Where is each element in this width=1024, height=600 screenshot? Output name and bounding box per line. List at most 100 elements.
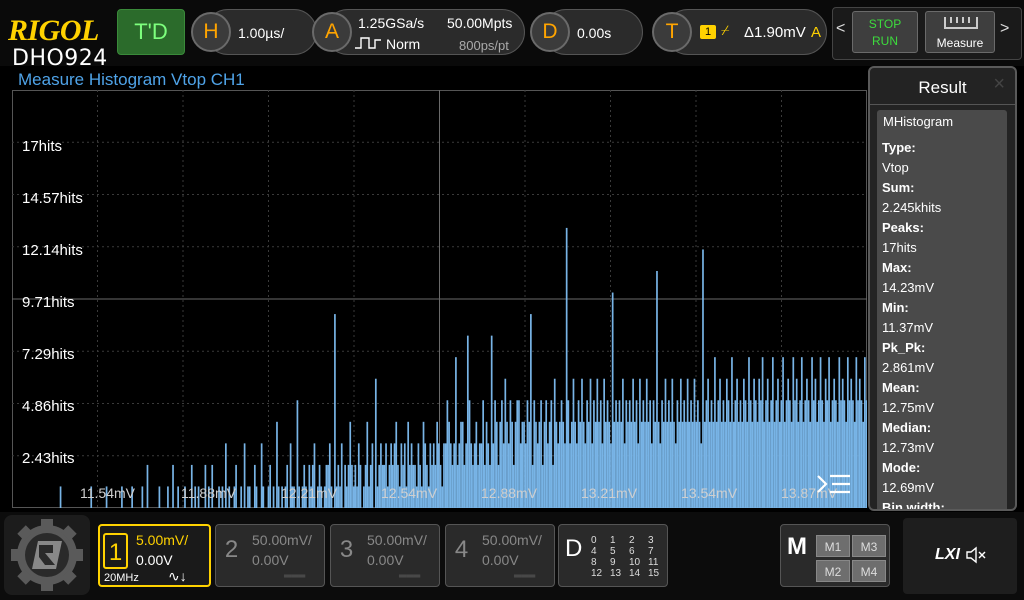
histogram-chart	[12, 90, 867, 508]
digital-bit-grid: 0 1 2 3 4 5 6 7 8 9 10 11 12 13 14 15	[591, 535, 667, 579]
histogram-bar	[664, 378, 667, 508]
result-key: Bin width:	[882, 500, 945, 511]
channel-offset: 0.00V	[252, 552, 289, 568]
histogram-bar	[765, 400, 767, 508]
histogram-bar	[240, 486, 243, 508]
histogram-bar	[547, 443, 549, 508]
histogram-bar	[852, 400, 854, 508]
histogram-bar	[569, 443, 571, 508]
histogram-bar	[748, 357, 750, 508]
histogram-bar	[855, 357, 858, 508]
math-m1-button[interactable]: M1	[816, 535, 850, 557]
histogram-bar	[371, 443, 374, 508]
trigger-icon[interactable]: T	[652, 12, 692, 52]
measure-button[interactable]: Measure	[925, 11, 995, 53]
digital-bit: 15	[648, 568, 660, 579]
channel-2-panel[interactable]: 2 50.00mV/ 0.00V ═══	[215, 524, 325, 587]
result-tab-mhistogram[interactable]: MHistogram	[877, 110, 1007, 134]
histogram-bar	[739, 400, 742, 508]
y-tick-label: 4.86hits	[22, 398, 75, 415]
result-key: Min:	[882, 300, 909, 315]
histogram-bar	[363, 486, 365, 508]
histogram-bar	[673, 421, 675, 508]
histogram-bar	[666, 421, 669, 508]
digital-bit: 9	[610, 557, 616, 568]
histogram-bar	[538, 421, 541, 508]
histogram-bar	[172, 464, 174, 508]
histogram-bar	[357, 443, 360, 508]
acquire-mode: Norm	[386, 36, 421, 52]
horizontal-icon[interactable]: H	[191, 12, 231, 52]
result-value: 2.245khits	[882, 200, 942, 215]
histogram-bar	[662, 421, 665, 508]
channel-3-panel[interactable]: 3 50.00mV/ 0.00V ═══	[330, 524, 440, 587]
close-icon[interactable]: ×	[993, 73, 1005, 96]
result-key: Mean:	[882, 380, 920, 395]
histogram-bar	[548, 421, 551, 508]
x-tick-label: 11.88mV	[181, 485, 236, 501]
result-panel: Result × MHistogram Type: Vtop Sum: 2.24…	[868, 66, 1017, 511]
math-panel[interactable]: M M1 M3 M2 M4	[780, 524, 890, 587]
math-m4-button[interactable]: M4	[852, 560, 886, 582]
histogram-bar	[661, 400, 663, 508]
menu-expand-icon[interactable]	[816, 470, 852, 498]
stop-run-button[interactable]: STOP RUN	[852, 11, 918, 53]
lxi-icon: LXI	[935, 546, 960, 563]
histogram-bars	[59, 227, 867, 508]
chevron-left-icon[interactable]: <	[836, 20, 845, 38]
histogram-bar	[545, 400, 548, 508]
histogram-bar	[647, 421, 650, 508]
histogram-bar	[376, 486, 379, 508]
histogram-bar	[369, 464, 372, 508]
touch-display-button[interactable]: T'D	[117, 9, 185, 55]
histogram-bar	[276, 421, 278, 508]
histogram-bar	[657, 421, 660, 508]
dc-coupling-icon: ═══	[284, 571, 306, 582]
home-gear-icon[interactable]	[4, 515, 90, 595]
channel-1-panel[interactable]: 1 5.00mV/ 0.00V 20MHz ∿↓	[98, 524, 211, 587]
histogram-bar	[354, 464, 357, 508]
histogram-bar	[540, 400, 542, 508]
histogram-bar	[158, 486, 161, 508]
math-m2-button[interactable]: M2	[816, 560, 850, 582]
histogram-bar	[438, 443, 440, 508]
histogram-bar	[644, 421, 646, 508]
digital-channels-panel[interactable]: D 0 1 2 3 4 5 6 7 8 9 10 11 12 13 14 15	[558, 524, 668, 587]
speaker-muted-icon[interactable]	[965, 546, 987, 564]
histogram-bar	[449, 443, 452, 508]
histogram-bar	[659, 443, 662, 508]
histogram-bar	[473, 443, 476, 508]
histogram-bar	[743, 378, 745, 508]
result-value: 17hits	[882, 240, 917, 255]
histogram-bar	[536, 443, 539, 508]
y-tick-label: 9.71hits	[22, 294, 75, 311]
y-tick-label: 2.43hits	[22, 450, 75, 467]
histogram-bar	[378, 464, 381, 508]
histogram-bar	[347, 464, 350, 508]
acquire-icon[interactable]: A	[312, 12, 352, 52]
stop-label: STOP	[868, 17, 902, 31]
channel-4-panel[interactable]: 4 50.00mV/ 0.00V ═══	[445, 524, 555, 587]
delay-icon[interactable]: D	[530, 12, 570, 52]
histogram-bar	[678, 421, 680, 508]
histogram-bar	[702, 249, 704, 508]
histogram-bar	[862, 421, 865, 508]
x-tick-label: 12.21mV	[281, 485, 338, 501]
histogram-bar	[177, 486, 179, 508]
delay-value: 0.00s	[577, 25, 612, 41]
x-tick-label: 12.54mV	[381, 485, 438, 501]
histogram-bar	[463, 464, 466, 508]
result-value: 12.73mV	[882, 440, 935, 455]
channel-offset: 0.00V	[367, 552, 404, 568]
digital-bit: 6	[629, 546, 635, 557]
histogram-bar	[374, 378, 377, 508]
result-list: Type: Vtop Sum: 2.245khits Peaks: 17hits…	[877, 134, 1007, 511]
chevron-right-icon[interactable]: >	[1000, 20, 1009, 38]
x-tick-label: 13.21mV	[581, 485, 638, 501]
histogram-bar	[356, 486, 358, 508]
histogram-bar	[243, 443, 246, 508]
math-m3-button[interactable]: M3	[852, 535, 886, 557]
histogram-bar	[253, 464, 256, 508]
histogram-bar	[543, 421, 546, 508]
digital-bit: 2	[629, 535, 635, 546]
